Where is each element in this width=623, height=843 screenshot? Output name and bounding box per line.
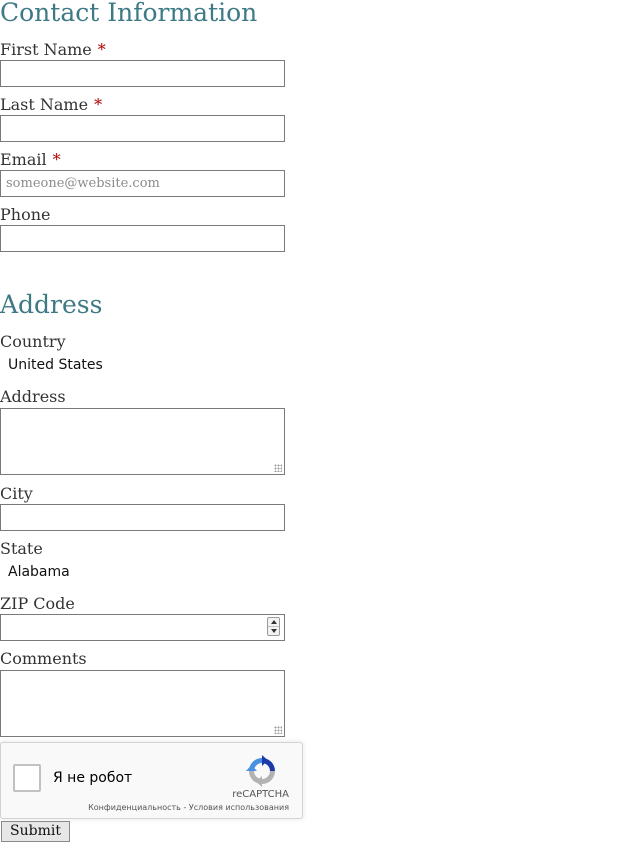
- recaptcha-widget: Я не робот reCAPTCHA Конфиденциальность …: [0, 742, 303, 819]
- stepper-down-icon[interactable]: [268, 627, 279, 635]
- address-textarea-wrap: [0, 408, 285, 475]
- recaptcha-privacy-link[interactable]: Конфиденциальность: [88, 803, 181, 812]
- recaptcha-brand: reCAPTCHA: [232, 789, 289, 800]
- address-textarea[interactable]: [0, 408, 285, 475]
- address-heading: Address: [0, 290, 103, 319]
- phone-input[interactable]: [0, 225, 285, 252]
- recaptcha-terms-link[interactable]: Условия использования: [189, 803, 289, 812]
- recaptcha-link-separator: -: [180, 803, 189, 812]
- last-name-input[interactable]: [0, 115, 285, 142]
- first-name-label: First Name *: [0, 40, 106, 60]
- email-label-text: Email: [0, 150, 47, 169]
- address-label: Address: [0, 387, 66, 406]
- stepper-up-icon[interactable]: [268, 618, 279, 627]
- state-label: State: [0, 539, 43, 558]
- required-marker: *: [94, 95, 103, 114]
- comments-label: Comments: [0, 649, 87, 668]
- required-marker: *: [97, 40, 106, 59]
- submit-button[interactable]: Submit: [1, 821, 70, 842]
- comments-textarea[interactable]: [0, 670, 285, 737]
- contact-heading: Contact Information: [0, 0, 258, 27]
- first-name-label-text: First Name: [0, 40, 92, 59]
- comments-textarea-wrap: [0, 670, 285, 737]
- recaptcha-checkbox[interactable]: [13, 764, 41, 792]
- recaptcha-label: Я не робот: [53, 770, 133, 786]
- country-label: Country: [0, 332, 66, 351]
- resize-grip-icon[interactable]: [274, 464, 282, 472]
- zip-label: ZIP Code: [0, 594, 75, 613]
- city-label: City: [0, 484, 33, 503]
- email-label: Email *: [0, 150, 61, 170]
- phone-label: Phone: [0, 205, 51, 224]
- zip-input[interactable]: [0, 614, 285, 641]
- zip-stepper[interactable]: [267, 617, 280, 636]
- first-name-input[interactable]: [0, 60, 285, 87]
- city-input[interactable]: [0, 504, 285, 531]
- email-input[interactable]: [0, 170, 285, 197]
- recaptcha-logo-icon: [246, 755, 275, 787]
- last-name-label-text: Last Name: [0, 95, 89, 114]
- zip-field-wrap: [0, 614, 285, 641]
- state-select[interactable]: Alabama: [8, 563, 70, 581]
- resize-grip-icon[interactable]: [274, 726, 282, 734]
- required-marker: *: [52, 150, 61, 169]
- recaptcha-links: Конфиденциальность - Условия использован…: [88, 803, 289, 812]
- last-name-label: Last Name *: [0, 95, 102, 115]
- country-select[interactable]: United States: [8, 356, 103, 374]
